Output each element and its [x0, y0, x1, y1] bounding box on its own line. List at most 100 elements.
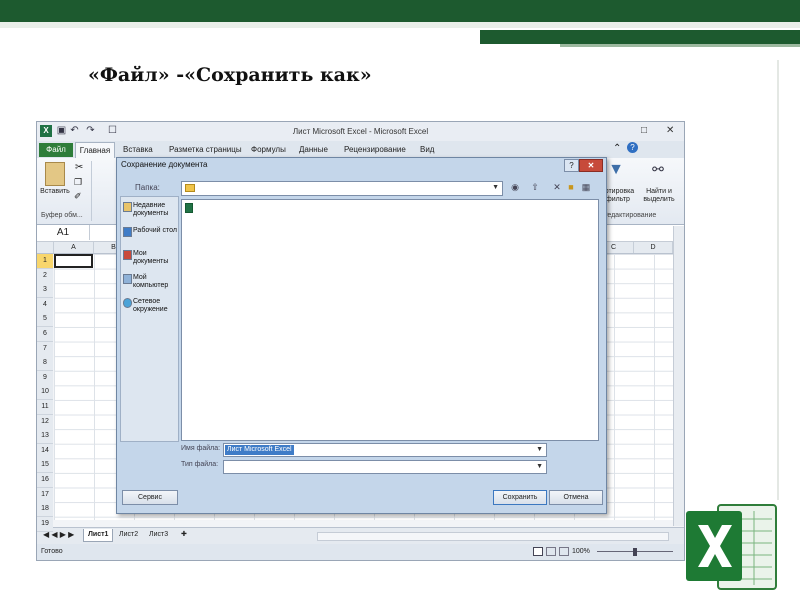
- up-folder-icon[interactable]: ⇧: [529, 182, 541, 194]
- folder-label: Папка:: [135, 183, 160, 192]
- restore-icon[interactable]: □: [641, 125, 647, 136]
- row-header[interactable]: 2: [37, 268, 53, 284]
- zoom-slider-thumb[interactable]: [633, 548, 637, 556]
- tab-view[interactable]: Вид: [420, 145, 434, 154]
- row-header[interactable]: 5: [37, 312, 53, 328]
- row-header[interactable]: 10: [37, 385, 53, 401]
- row-header[interactable]: 4: [37, 297, 53, 313]
- row-header[interactable]: 11: [37, 400, 53, 415]
- back-icon[interactable]: ◉: [509, 182, 521, 194]
- row-header[interactable]: 18: [37, 502, 53, 518]
- tab-data[interactable]: Данные: [299, 145, 328, 154]
- file-name-value: Лист Microsoft Excel: [225, 445, 294, 455]
- title-bar: X ▣ ↶ ↷ ☐ Лист Microsoft Excel - Microso…: [37, 122, 684, 141]
- row-header[interactable]: 1: [37, 254, 53, 269]
- excel-file-icon[interactable]: [185, 203, 193, 213]
- excel-logo-icon: [686, 504, 777, 590]
- chevron-down-icon[interactable]: ▼: [492, 184, 499, 191]
- help-icon[interactable]: ?: [627, 142, 638, 153]
- status-text: Готово: [41, 548, 63, 555]
- cancel-button[interactable]: Отмена: [549, 490, 603, 505]
- close-icon[interactable]: ✕: [579, 159, 603, 172]
- find-select-button[interactable]: Найти и выделить: [637, 188, 681, 204]
- slide-header-accent-line: [560, 44, 800, 47]
- my-documents-icon: [123, 250, 132, 260]
- my-computer-icon: [123, 274, 132, 284]
- window-title: Лист Microsoft Excel - Microsoft Excel: [292, 127, 429, 136]
- chevron-down-icon[interactable]: ▼: [536, 446, 543, 453]
- slide-header-accent: [480, 30, 800, 44]
- normal-view-icon[interactable]: [533, 547, 543, 556]
- save-button[interactable]: Сохранить: [493, 490, 547, 505]
- file-type-label: Тип файла:: [181, 461, 219, 468]
- sheet-tab-3[interactable]: Лист3: [145, 529, 172, 541]
- ribbon-collapse-icon[interactable]: ⌃: [613, 143, 621, 154]
- paste-button[interactable]: Вставить: [38, 188, 72, 196]
- slide-header-bar: [0, 0, 800, 22]
- row-header[interactable]: 14: [37, 443, 53, 459]
- paste-icon[interactable]: [45, 162, 65, 186]
- dialog-title: Сохранение документа: [121, 160, 208, 169]
- cut-icon[interactable]: ✂: [75, 162, 83, 173]
- sheet-tab-bar: ◀ ◀ ▶ ▶ Лист1 Лист2 Лист3 ✚: [37, 527, 684, 544]
- file-list[interactable]: [181, 199, 599, 441]
- slide-title: «Файл» -«Сохранить как»: [88, 64, 372, 86]
- row-header[interactable]: 13: [37, 429, 53, 445]
- service-button[interactable]: Сервис: [122, 490, 178, 505]
- desktop-icon: [123, 227, 132, 237]
- folder-select[interactable]: ▼: [181, 181, 503, 196]
- row-header[interactable]: 17: [37, 487, 53, 503]
- network-icon: [123, 298, 132, 308]
- file-type-select[interactable]: ▼: [223, 460, 547, 474]
- new-folder-icon[interactable]: ■: [565, 182, 577, 194]
- row-header[interactable]: 6: [37, 327, 53, 342]
- tab-page-layout[interactable]: Разметка страницы: [169, 145, 242, 154]
- select-all-corner[interactable]: [37, 242, 54, 253]
- row-header[interactable]: 16: [37, 473, 53, 488]
- row-header[interactable]: 12: [37, 414, 53, 430]
- copy-icon[interactable]: ❐: [74, 177, 82, 188]
- help-icon[interactable]: ?: [564, 159, 579, 172]
- sort-filter-icon[interactable]: ▼: [605, 161, 627, 183]
- tab-review[interactable]: Рецензирование: [344, 145, 406, 154]
- row-header[interactable]: 8: [37, 356, 53, 372]
- chevron-down-icon[interactable]: ▼: [536, 463, 543, 470]
- recent-documents-icon: [123, 202, 132, 212]
- tab-file[interactable]: Файл: [39, 143, 73, 157]
- folder-icon: [185, 184, 195, 192]
- new-sheet-icon[interactable]: ✚: [177, 529, 191, 541]
- editing-group-label: Редактирование: [603, 212, 657, 219]
- page-break-view-icon[interactable]: [559, 547, 569, 556]
- binoculars-icon[interactable]: ⚯: [647, 161, 669, 183]
- sheet-tab-2[interactable]: Лист2: [115, 529, 142, 541]
- row-header[interactable]: 7: [37, 341, 53, 357]
- file-name-input[interactable]: Лист Microsoft Excel ▼: [223, 443, 547, 457]
- horizontal-scrollbar[interactable]: [317, 532, 669, 541]
- column-header[interactable]: A: [54, 242, 94, 253]
- status-bar: Готово 100%: [37, 544, 684, 560]
- file-name-label: Имя файла:: [181, 445, 221, 452]
- vertical-scrollbar[interactable]: [673, 226, 684, 526]
- row-header[interactable]: 3: [37, 283, 53, 299]
- tab-formulas[interactable]: Формулы: [251, 145, 286, 154]
- places-bar: Недавние документы Рабочий стол Мои доку…: [120, 196, 179, 442]
- save-as-dialog: Сохранение документа ? ✕ Папка: ▼ ◉ ⇧ ✕ …: [116, 157, 607, 514]
- row-header[interactable]: 15: [37, 458, 53, 474]
- slide-divider: [777, 60, 779, 500]
- page-layout-view-icon[interactable]: [546, 547, 556, 556]
- column-header[interactable]: D: [634, 242, 673, 253]
- ribbon-tabs: Файл Главная Вставка Разметка страницы Ф…: [37, 141, 684, 162]
- active-cell[interactable]: [54, 254, 93, 268]
- tab-insert[interactable]: Вставка: [123, 145, 153, 154]
- clipboard-group-label: Буфер обм...: [41, 212, 83, 219]
- delete-icon[interactable]: ✕: [551, 182, 563, 194]
- row-header[interactable]: 9: [37, 370, 53, 386]
- zoom-level[interactable]: 100%: [572, 544, 590, 560]
- views-icon[interactable]: ▦: [580, 182, 592, 194]
- name-box[interactable]: A1: [37, 225, 90, 240]
- slide-header-stripe: [0, 22, 800, 28]
- format-painter-icon[interactable]: ✐: [74, 191, 82, 202]
- row-header[interactable]: 19: [37, 516, 53, 532]
- close-icon[interactable]: ✕: [666, 125, 674, 136]
- sheet-tab-1[interactable]: Лист1: [83, 529, 114, 542]
